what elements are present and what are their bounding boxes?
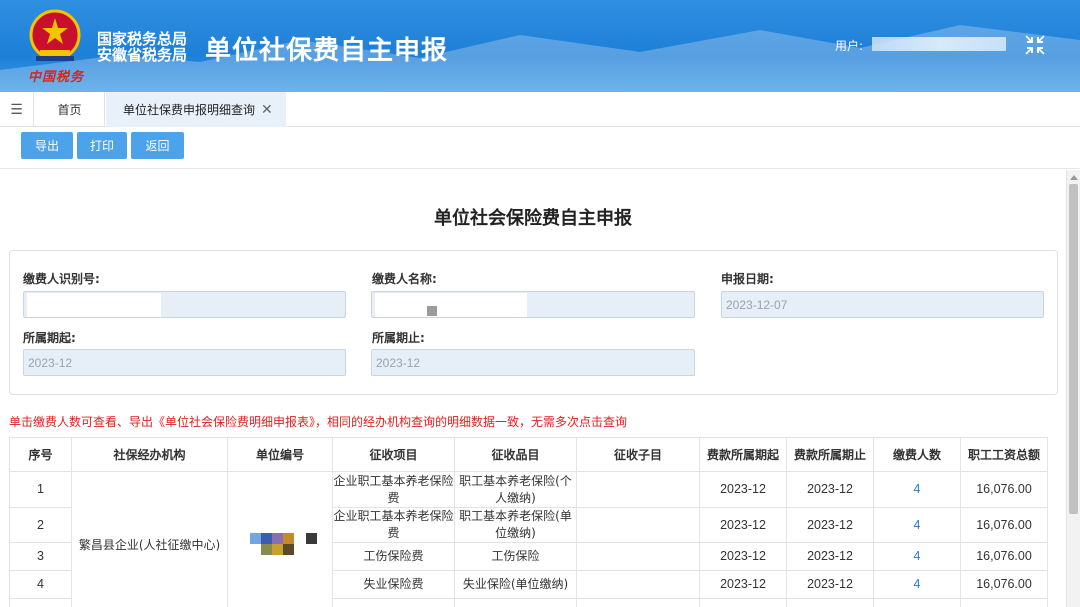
scrollbar-thumb[interactable]	[1069, 184, 1078, 514]
cell-total-wages: 16,076.00	[960, 542, 1048, 571]
scroll-up-arrow-icon[interactable]	[1070, 175, 1078, 180]
table-row: 1 繁昌县企业(人社征缴中心) 企业职工基本养老保险费 职工基本养老保险(个人缴…	[9, 471, 1048, 607]
col-header-period-end: 费款所属期止	[786, 437, 874, 472]
cell-unit-code-redacted	[227, 471, 333, 607]
col-header-unit-code: 单位编号	[227, 437, 333, 472]
notice-text: 单击缴费人数可查看、导出《单位社会保险费明细申报表》，相同的经办机构查询的明细数…	[9, 415, 628, 429]
cell-total-wages: 16,076.00	[960, 471, 1048, 508]
col-header-no: 序号	[9, 437, 72, 472]
payer-name-label: 缴费人名称:	[372, 272, 437, 286]
declare-date-label: 申报日期:	[721, 272, 774, 286]
cell-period-start: 2023-12	[699, 570, 787, 599]
close-icon[interactable]: ✕	[261, 102, 273, 118]
vertical-scrollbar[interactable]	[1066, 170, 1080, 607]
page-title: 单位社会保险费自主申报	[434, 208, 632, 229]
back-button[interactable]: 返回	[131, 132, 184, 159]
col-header-item: 征收项目	[332, 437, 455, 472]
declare-date-value: 2023-12-07	[726, 297, 788, 312]
cell-item: 企业职工基本养老保险费	[332, 471, 455, 508]
cell-item: 工伤保险费	[332, 542, 455, 571]
cell-subcategory	[576, 507, 700, 543]
col-header-subcategory: 征收子目	[576, 437, 700, 472]
cell-item	[332, 598, 455, 607]
cell-period-end: 2023-12	[786, 570, 874, 599]
cell-category: 失业保险(单位缴纳)	[454, 570, 577, 599]
tab-bar: ☰ 首页 单位社保费申报明细查询 ✕	[0, 92, 1080, 127]
app-title: 单位社保费自主申报	[205, 36, 449, 66]
col-header-agency: 社保经办机构	[71, 437, 228, 472]
period-start-field[interactable]: 2023-12	[23, 349, 346, 376]
cell-subcategory	[576, 542, 700, 571]
cell-period-end: 2023-12	[786, 507, 874, 543]
toolbar: 导出 打印 返回	[0, 127, 1080, 169]
cell-total-wages: 16,076.00	[960, 507, 1048, 543]
fullscreen-exit-icon[interactable]	[1024, 34, 1046, 56]
cell-period-end: 2023-12	[786, 471, 874, 508]
cell-subcategory	[576, 570, 700, 599]
tab-declaration-detail[interactable]: 单位社保费申报明细查询 ✕	[106, 92, 286, 127]
print-button[interactable]: 打印	[77, 132, 127, 159]
cell-period-start: 2023-12	[699, 542, 787, 571]
col-header-total-wages: 职工工资总额	[960, 437, 1048, 472]
period-start-label: 所属期起:	[23, 331, 76, 345]
cell-no	[9, 598, 72, 607]
payer-count-link[interactable]: 4	[873, 570, 961, 599]
user-label: 用户:	[835, 39, 864, 53]
declare-date-field[interactable]: 2023-12-07	[721, 291, 1044, 318]
payer-count-link[interactable]: 4	[873, 507, 961, 543]
col-header-payer-count: 缴费人数	[873, 437, 961, 472]
declaration-table: 序号 社保经办机构 单位编号 征收项目 征收品目 征收子目 费款所属期起 费款所…	[9, 437, 1048, 607]
col-header-period-start: 费款所属期起	[699, 437, 787, 472]
org-name-line2: 安徽省税务局	[97, 46, 188, 64]
cell-no: 1	[9, 471, 72, 508]
cell-period-end	[786, 598, 874, 607]
app-header: 中国税务 国家税务总局 安徽省税务局 单位社保费自主申报 用户:	[0, 0, 1080, 92]
cell-category: 工伤保险	[454, 542, 577, 571]
tab-home[interactable]: 首页	[35, 92, 105, 127]
period-end-field[interactable]: 2023-12	[371, 349, 695, 376]
cell-subcategory	[576, 471, 700, 508]
cell-period-start: 2023-12	[699, 507, 787, 543]
org-name-line1: 国家税务总局	[97, 30, 188, 48]
col-header-category: 征收品目	[454, 437, 577, 472]
payer-id-label: 缴费人识别号:	[23, 272, 100, 286]
period-end-label: 所属期止:	[372, 331, 425, 345]
cell-total-wages	[960, 598, 1048, 607]
main-content: 单位社会保险费自主申报 缴费人识别号: 缴费人名称: 申报日期: 2023-12…	[0, 170, 1066, 607]
payer-count-link[interactable]: 4	[873, 471, 961, 508]
period-start-value: 2023-12	[28, 355, 73, 370]
cell-period-start	[699, 598, 787, 607]
tax-emblem-icon	[29, 9, 81, 61]
cell-category: 职工基本养老保险(个人缴纳)	[454, 471, 577, 508]
cell-payer-count	[873, 598, 961, 607]
export-button[interactable]: 导出	[21, 132, 73, 159]
hamburger-icon[interactable]: ☰	[0, 92, 34, 127]
table-header-row: 序号 社保经办机构 单位编号 征收项目 征收品目 征收子目 费款所属期起 费款所…	[9, 437, 1048, 472]
org-name: 国家税务总局 安徽省税务局	[97, 31, 187, 63]
brand-signature: 中国税务	[28, 70, 85, 85]
cell-period-start: 2023-12	[699, 471, 787, 508]
cell-period-end: 2023-12	[786, 542, 874, 571]
payer-name-redaction	[375, 293, 527, 317]
user-name-redacted	[872, 37, 1006, 51]
payer-id-redaction	[27, 293, 161, 317]
cell-agency: 繁昌县企业(人社征缴中心)	[71, 471, 228, 607]
cell-total-wages: 16,076.00	[960, 570, 1048, 599]
tab-declaration-detail-label: 单位社保费申报明细查询	[123, 103, 256, 117]
payer-name-redaction-pixel	[427, 306, 437, 316]
period-end-value: 2023-12	[376, 355, 421, 370]
cell-subcategory	[576, 598, 700, 607]
payer-count-link[interactable]: 4	[873, 542, 961, 571]
cell-no: 3	[9, 542, 72, 571]
declaration-form: 缴费人识别号: 缴费人名称: 申报日期: 2023-12-07 所属期起: 20…	[9, 250, 1058, 395]
cell-no: 4	[9, 570, 72, 599]
unit-code-redaction	[240, 529, 320, 557]
cell-item: 企业职工基本养老保险费	[332, 507, 455, 543]
cell-category	[454, 598, 577, 607]
cell-item: 失业保险费	[332, 570, 455, 599]
cell-category: 职工基本养老保险(单位缴纳)	[454, 507, 577, 543]
cell-no: 2	[9, 507, 72, 543]
